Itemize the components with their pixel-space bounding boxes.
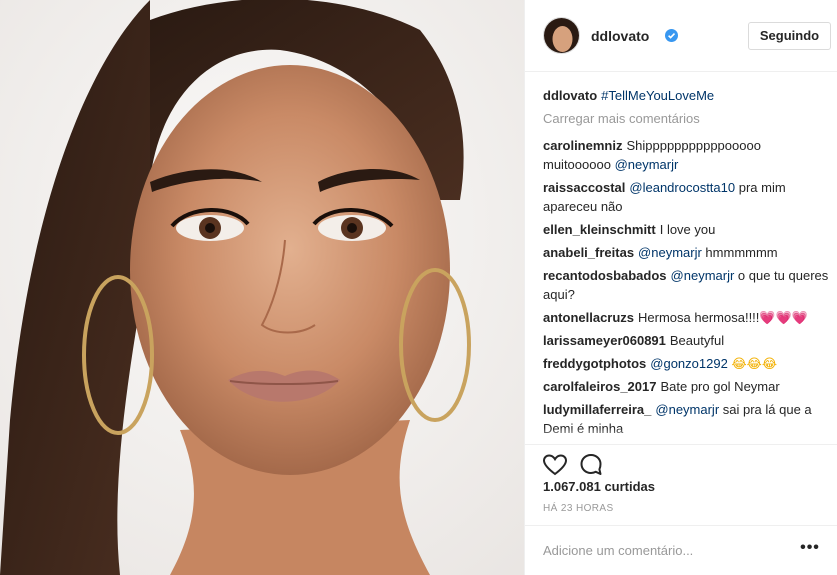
add-comment-input[interactable] [543, 538, 783, 562]
comment-mention[interactable]: @gonzo1292 [650, 356, 728, 371]
heart-outline-icon[interactable] [541, 451, 569, 479]
comment-item: recantodosbabados @neymarjr o que tu quer… [543, 266, 831, 304]
comment-username[interactable]: ellen_kleinschmitt [543, 222, 656, 237]
comment-mention[interactable]: @neymarjr [615, 157, 679, 172]
post-header: ddlovato Seguindo [525, 0, 837, 72]
verified-badge-icon [665, 29, 678, 42]
comment-username[interactable]: ludymillaferreira_ [543, 402, 651, 417]
comment-item: anabeli_freitas @neymarjr hmmmmmm [543, 243, 831, 262]
comments-fade [525, 428, 837, 444]
portrait-image [0, 0, 524, 575]
avatar-image [544, 18, 579, 53]
author-username[interactable]: ddlovato [591, 28, 649, 44]
speech-bubble-icon[interactable] [577, 451, 605, 479]
comment-username[interactable]: carolinemniz [543, 138, 622, 153]
likes-count[interactable]: 1.067.081 curtidas [543, 479, 655, 494]
comment-text: Beautyful [669, 333, 725, 348]
comment-item: antonellacruzs Hermosa hermosa!!!!💗💗💗 [543, 308, 831, 327]
comment-item: ellen_kleinschmitt I love you [543, 220, 831, 239]
comment-username[interactable]: larissameyer060891 [543, 333, 666, 348]
load-more-comments-link[interactable]: Carregar mais comentários [543, 109, 831, 128]
comment-item: raissaccostal @leandrocostta10 pra mim ap… [543, 178, 831, 216]
comment-item: carolfaleiros_2017 Bate pro gol Neymar [543, 377, 831, 396]
avatar[interactable] [543, 17, 580, 54]
instagram-post: ddlovato Seguindo ddlovato #TellMeYouLove… [0, 0, 837, 575]
comment-username[interactable]: raissaccostal [543, 180, 625, 195]
comment-username[interactable]: freddygotphotos [543, 356, 646, 371]
comment-username[interactable]: anabeli_freitas [543, 245, 634, 260]
comment-item: freddygotphotos @gonzo1292 😂😂😂 [543, 354, 831, 373]
laughing-emoji: 😂😂😂 [731, 356, 778, 371]
post-actions [525, 444, 837, 484]
comment-username[interactable]: carolfaleiros_2017 [543, 379, 656, 394]
comment-text: I love you [659, 222, 716, 237]
comment-item: carolinemniz Shipppppppppppooooo muitoooo… [543, 136, 831, 174]
comment-item: larissameyer060891 Beautyful [543, 331, 831, 350]
comment-text: hmmmmmm [701, 245, 778, 260]
comment-mention[interactable]: @neymarjr [655, 402, 719, 417]
post-details-panel: ddlovato Seguindo ddlovato #TellMeYouLove… [524, 0, 837, 575]
caption-hashtag[interactable]: #TellMeYouLoveMe [601, 88, 714, 103]
add-comment-bar: ••• [525, 525, 837, 575]
comment-mention[interactable]: @neymarjr [638, 245, 702, 260]
comment-username[interactable]: antonellacruzs [543, 310, 634, 325]
more-options-icon[interactable]: ••• [795, 538, 825, 562]
heart-emoji: 💗💗💗 [759, 310, 808, 325]
comment-text: Hermosa hermosa!!!! [638, 310, 760, 325]
post-timestamp[interactable]: HÁ 23 HORAS [543, 503, 614, 514]
caption-username[interactable]: ddlovato [543, 88, 597, 103]
post-caption: ddlovato #TellMeYouLoveMe [543, 86, 831, 105]
comment-mention[interactable]: @neymarjr [671, 268, 735, 283]
comment-username[interactable]: recantodosbabados [543, 268, 667, 283]
post-photo[interactable] [0, 0, 524, 575]
comment-mention[interactable]: @leandrocostta10 [629, 180, 735, 195]
comments-list[interactable]: ddlovato #TellMeYouLoveMe Carregar mais c… [543, 86, 831, 438]
comment-text: Bate pro gol Neymar [660, 379, 780, 394]
following-button[interactable]: Seguindo [748, 22, 831, 50]
